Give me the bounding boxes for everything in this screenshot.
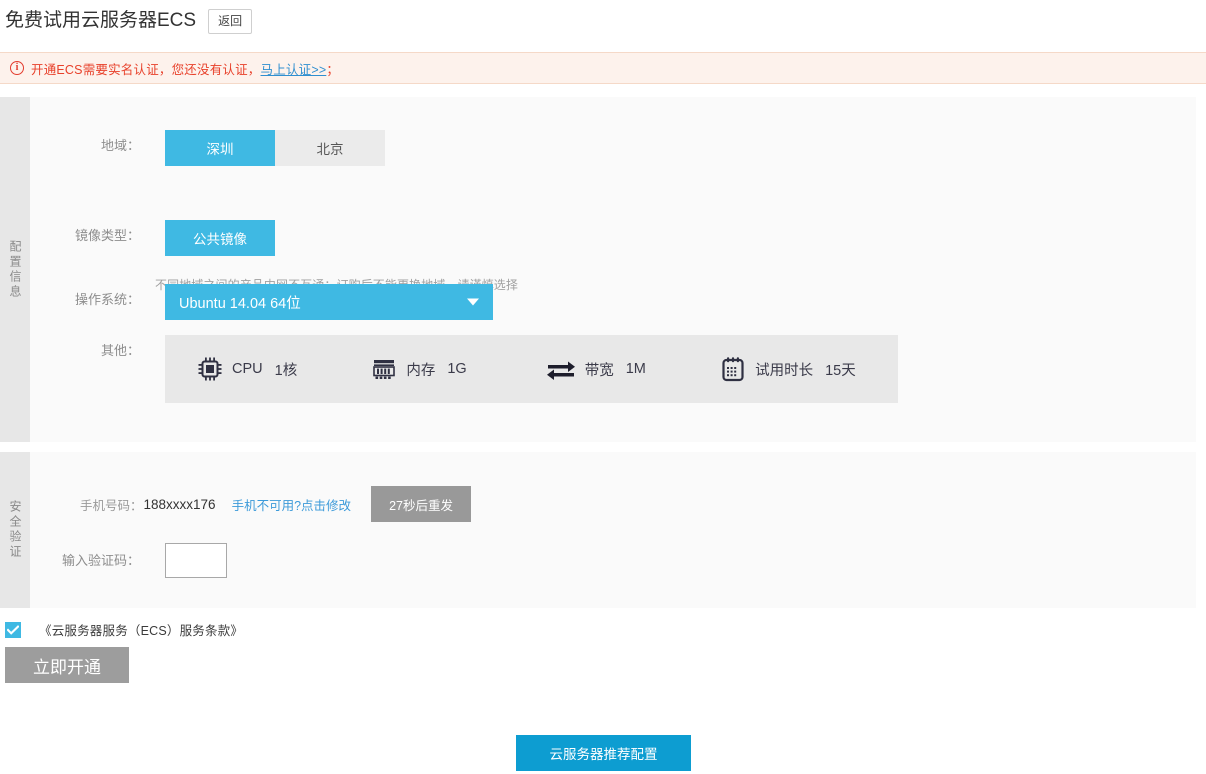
spec-item-cpu: CPU 1核 [197,356,339,382]
spec-item-memory: 内存 1G [371,356,513,382]
cpu-icon [197,356,223,382]
spec-value-bandwidth: 1M [625,361,646,377]
spec-name-bandwidth: 带宽 [584,362,614,379]
spec-value-duration: 15天 [825,362,856,379]
security-panel-body: 手机号码： 188xxxx176 手机不可用?点击修改 27秒后重发 输入验证码… [30,452,1196,608]
activate-now-button[interactable]: 立即开通 [5,647,129,683]
captcha-label: 输入验证码： [61,553,140,568]
os-select-value: Ubuntu 14.04 64位 [179,295,301,312]
resend-code-button[interactable]: 27秒后重发 [371,486,472,522]
region-option-shenzhen[interactable]: 深圳 [165,130,275,166]
back-button[interactable]: 返回 [208,8,253,34]
other-specs-row: 其他： CPU 1核 内存 1G 带宽 1M 试用时长 15天 [55,335,898,403]
alert-tail: ； [326,62,340,77]
chevron-down-icon [467,298,479,306]
spec-item-bandwidth: 带宽 1M [546,356,688,382]
config-panel: 配置信息 地域： 深圳 北京 不同地域之间的产品内网不互通；订购后不能更换地域，… [0,97,1196,442]
info-circle-icon: i [10,61,24,75]
spec-value-memory: 1G [447,361,467,377]
phone-label: 手机号码： [80,498,143,513]
verification-alert: i 开通ECS需要实名认证，您还没有认证，马上认证>>； [0,52,1206,84]
recommended-config-button[interactable]: 云服务器推荐配置 [516,735,691,771]
spec-value-cpu: 1核 [274,362,298,379]
calendar-icon [720,356,746,382]
bandwidth-icon [546,356,576,382]
image-type-label: 镜像类型： [74,228,140,243]
alert-message-wrapper: 开通ECS需要实名认证，您还没有认证，马上认证>>； [31,59,339,78]
captcha-input[interactable] [165,543,227,578]
os-select[interactable]: Ubuntu 14.04 64位 [165,284,493,320]
phone-row: 手机号码： 188xxxx176 手机不可用?点击修改 27秒后重发 [55,486,472,522]
phone-number: 188xxxx176 [143,496,216,512]
region-row: 地域： 深圳 北京 [55,130,385,166]
image-type-option-public[interactable]: 公共镜像 [165,220,275,256]
security-panel-tab-label: 安全验证 [8,500,22,560]
terms-row: 《云服务器服务（ECS）服务条款》 [5,620,243,639]
terms-checkbox[interactable] [5,621,21,638]
config-panel-body: 地域： 深圳 北京 不同地域之间的产品内网不互通；订购后不能更换地域，请谨慎选择… [30,97,1196,442]
spec-item-duration: 试用时长 15天 [720,356,898,382]
memory-icon [371,356,397,382]
spec-strip: CPU 1核 内存 1G 带宽 1M 试用时长 15天 [165,335,898,403]
os-row: 操作系统： Ubuntu 14.04 64位 [55,284,493,320]
page-title: 免费试用云服务器ECS [5,10,197,31]
os-control: Ubuntu 14.04 64位 [165,284,493,320]
verify-now-link[interactable]: 马上认证>> [261,63,327,77]
os-label: 操作系统： [74,292,140,307]
other-label: 其他： [100,343,140,358]
captcha-control [165,543,227,578]
captcha-row: 输入验证码： [55,543,227,578]
check-icon [7,624,19,635]
spec-name-memory: 内存 [406,362,436,379]
spec-name-cpu: CPU [232,361,263,377]
config-panel-tab: 配置信息 [0,97,30,442]
terms-link[interactable]: 《云服务器服务（ECS）服务条款》 [39,620,243,639]
alert-message: 开通ECS需要实名认证，您还没有认证， [31,62,261,77]
region-label: 地域： [100,138,140,153]
config-panel-tab-label: 配置信息 [8,239,22,300]
image-type-control: 公共镜像 [165,220,275,256]
page-header: 免费试用云服务器ECS 返回 [0,0,1206,42]
phone-info: 手机号码： 188xxxx176 手机不可用?点击修改 27秒后重发 [80,486,472,522]
image-type-row: 镜像类型： 公共镜像 [55,220,275,256]
security-panel-tab: 安全验证 [0,452,30,608]
security-panel: 安全验证 手机号码： 188xxxx176 手机不可用?点击修改 27秒后重发 … [0,452,1196,608]
region-segmented-control: 深圳 北京 [165,130,385,166]
other-control: CPU 1核 内存 1G 带宽 1M 试用时长 15天 [165,335,898,403]
change-phone-link[interactable]: 手机不可用?点击修改 [232,495,351,514]
region-control: 深圳 北京 [165,130,385,166]
region-option-beijing[interactable]: 北京 [275,130,385,166]
spec-name-duration: 试用时长 [755,362,814,379]
